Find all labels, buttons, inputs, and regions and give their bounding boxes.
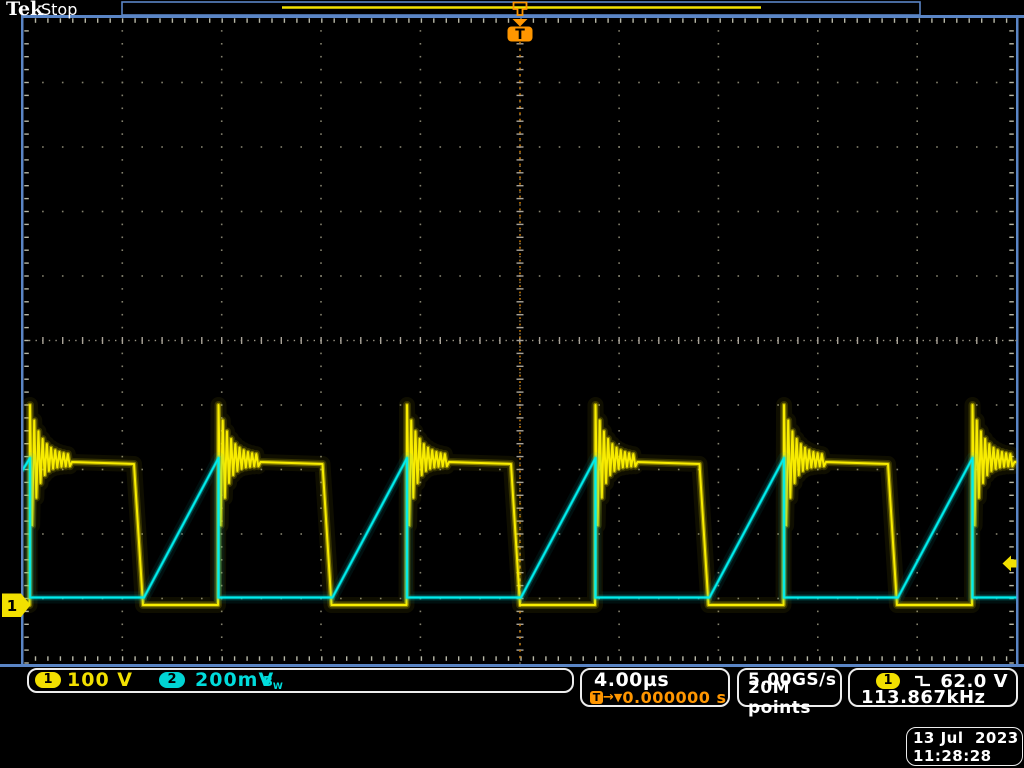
tek-logo: Tek xyxy=(6,0,43,20)
triangle-down-icon: ▼ xyxy=(614,691,622,704)
trigger-symbol-icon: T xyxy=(590,691,603,704)
ch2-bandwidth-icon: BW xyxy=(263,671,283,692)
trigger-arrow-icon xyxy=(513,19,528,27)
oscilloscope-screen: T 1 Tek Stop 1 100 V 2 200mV BW 4.00µs T… xyxy=(0,0,1024,768)
acquisition-readout-box[interactable]: 5.00GS/s 20M points xyxy=(737,668,842,707)
arrow-right-icon: → xyxy=(603,690,614,705)
datetime-box: 13 Jul 2023 11:28:28 xyxy=(906,727,1023,766)
waveforms xyxy=(22,405,1024,605)
trigger-marker-label: T xyxy=(515,27,525,43)
falling-edge-icon xyxy=(914,674,931,688)
ch1-badge[interactable]: 1 xyxy=(35,672,61,688)
trigger-level-arrow-icon xyxy=(1003,556,1017,572)
ch1-marker-label: 1 xyxy=(7,597,17,615)
trigger-position-marker[interactable]: T xyxy=(508,19,533,43)
ch1-scale: 100 V xyxy=(67,669,133,691)
scope-display: T 1 xyxy=(0,0,1024,768)
record-length: 20M points xyxy=(748,678,840,718)
trigger-readout-box[interactable]: 1 62.0 V 113.867kHz xyxy=(848,668,1018,707)
trigger-frequency: 113.867kHz xyxy=(861,687,986,708)
acquisition-status: Stop xyxy=(41,0,77,19)
time-readout: 11:28:28 xyxy=(913,747,992,765)
record-view-bar xyxy=(122,2,920,15)
date-readout: 13 Jul 2023 xyxy=(913,729,1019,747)
channel-readout-box[interactable]: 1 100 V 2 200mV BW xyxy=(27,668,574,693)
timebase-readout-box[interactable]: 4.00µs T → ▼ 0.000000 s xyxy=(580,668,730,707)
ch2-badge[interactable]: 2 xyxy=(159,672,185,688)
trigger-level-marker[interactable] xyxy=(1003,556,1017,572)
trigger-delay: 0.000000 s xyxy=(622,688,726,707)
